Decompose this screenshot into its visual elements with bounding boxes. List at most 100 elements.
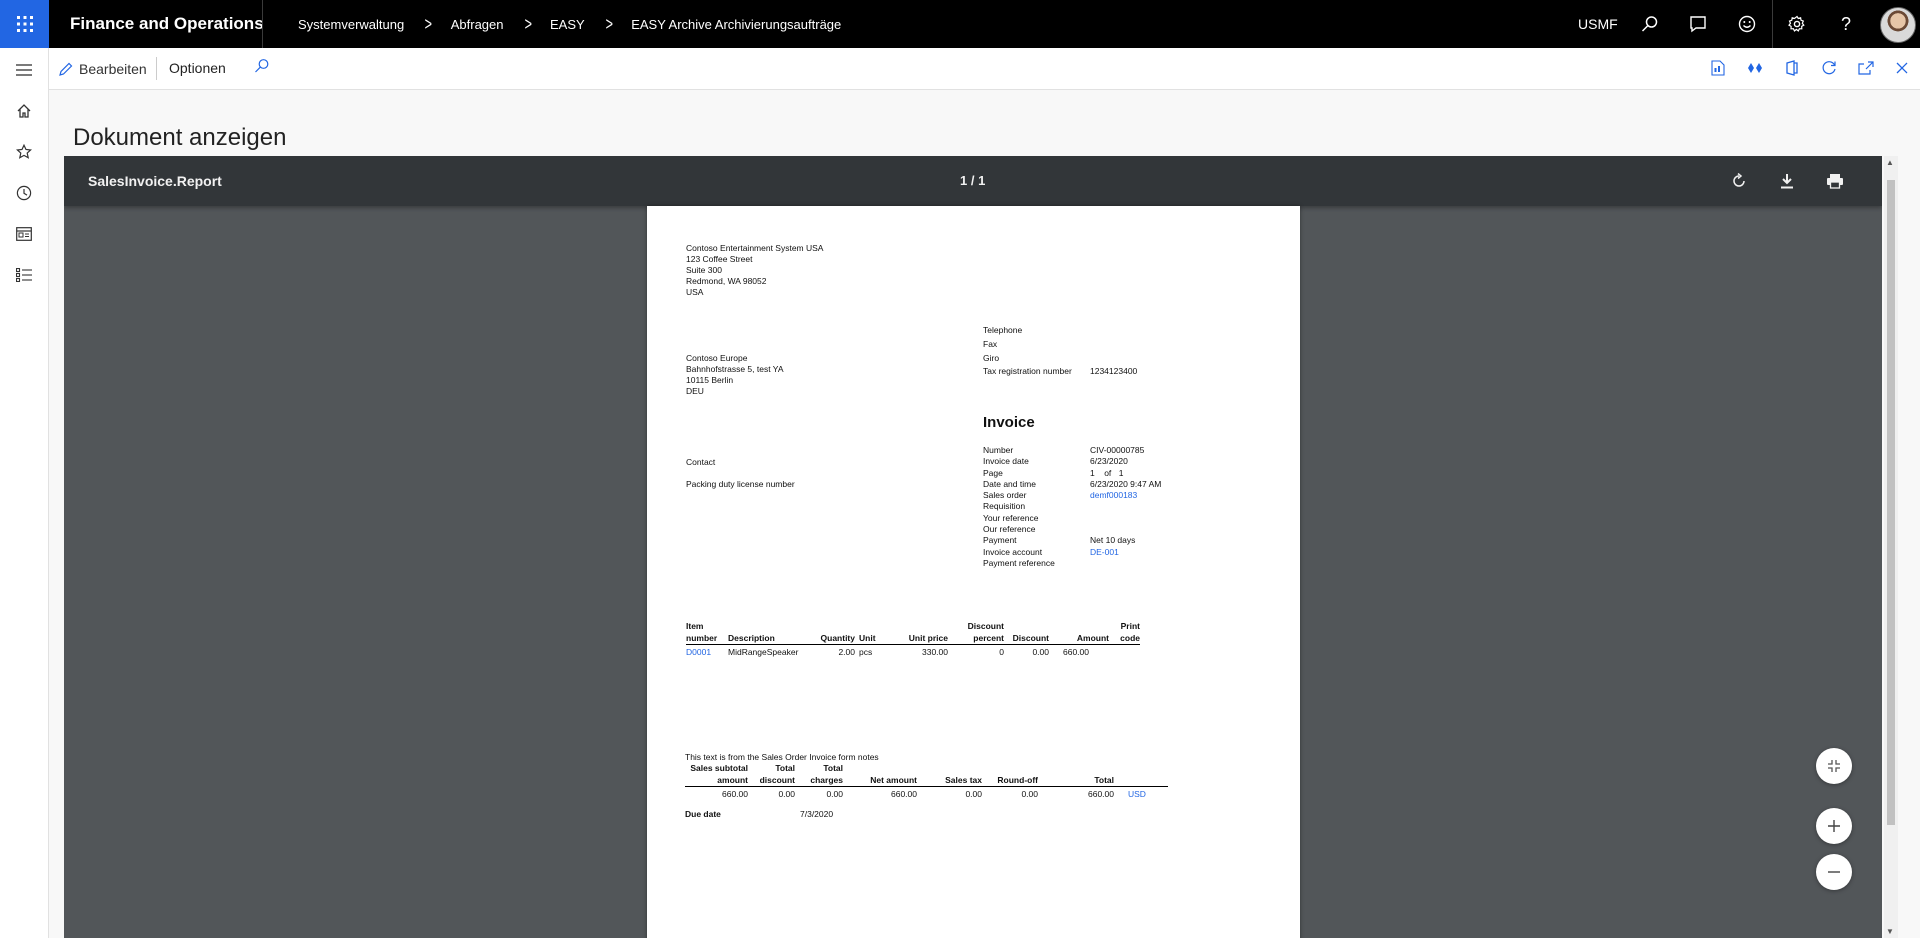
detail-label: Our reference [983,524,1036,535]
edit-label: Bearbeiten [79,60,147,77]
breadcrumb-item[interactable]: EASY [550,17,585,32]
packing-label: Packing duty license number [686,479,795,489]
app-launcher-button[interactable] [0,0,49,48]
refresh-icon [1822,61,1836,75]
sales-order-link[interactable]: demf000183 [1090,490,1161,501]
close-button[interactable] [1892,58,1912,78]
print-button[interactable] [1823,169,1847,193]
close-icon [1896,62,1908,74]
settings-button[interactable] [1785,12,1809,36]
diamond-icon [1748,63,1762,73]
popout-icon [1858,61,1874,75]
zoom-out-button[interactable] [1816,854,1852,890]
feedback-button[interactable] [1686,12,1710,36]
detail-label: Payment [983,535,1017,546]
scroll-up-icon[interactable]: ▲ [1886,158,1894,167]
download-button[interactable] [1775,169,1799,193]
line-unit: pcs [859,647,873,657]
fax-label: Fax [983,339,998,349]
search-button[interactable] [1638,12,1662,36]
chat-icon [1690,16,1706,33]
pencil-icon [59,62,73,76]
col-total-charges: Total charges [810,763,843,785]
detail-label: Your reference [983,512,1039,523]
minus-icon [1828,871,1840,873]
tax-value: 1234123400 [1090,366,1138,376]
edit-button[interactable]: Bearbeiten [59,48,147,89]
plus-icon [1828,820,1840,832]
due-date-label: Due date [685,809,721,819]
currency-link[interactable]: USD [1128,789,1146,799]
avatar[interactable] [1880,7,1916,43]
line-unit-price: 330.00 [922,647,948,657]
col-unit-price: Unit price [908,633,948,643]
col-round-off: Round-off [997,775,1038,785]
scrollbar-thumb[interactable] [1887,180,1895,825]
divider [156,57,157,80]
help-button[interactable]: ? [1834,12,1858,36]
detail-label: Invoice date [983,456,1029,467]
breadcrumb-item[interactable]: EASY Archive Archivierungsaufträge [631,17,841,32]
line-quantity: 2.00 [838,647,855,657]
col-description: Description [728,633,775,643]
requisition-value [1090,501,1161,512]
table-rule [686,644,1140,645]
nav-home[interactable] [13,100,35,122]
customer-address: Contoso Europe Bahnhofstrasse 5, test YA… [686,353,784,397]
divider [262,0,263,48]
nav-recent[interactable] [13,182,35,204]
app-name[interactable]: Finance and Operations [70,0,264,48]
scroll-down-icon[interactable]: ▼ [1886,927,1894,936]
line-discount: 0.00 [1032,647,1049,657]
collapse-icon [1828,760,1840,772]
clock-icon [16,185,32,201]
top-bar: Finance and Operations Systemverwaltung … [0,0,1920,48]
fit-page-button[interactable] [1816,748,1852,784]
col-sales-tax: Sales tax [945,775,982,785]
col-item-number: Item number [686,621,718,643]
col-amount: Amount [1076,633,1109,643]
refresh-button[interactable] [1819,58,1839,78]
nav-modules[interactable] [13,264,35,286]
rotate-button[interactable] [1727,169,1751,193]
action-bar: Bearbeiten Optionen [49,48,1920,90]
breadcrumb-item[interactable]: Abfragen [451,17,504,32]
open-new-window-button[interactable] [1856,58,1876,78]
total-value: 660.00 [1088,789,1114,799]
smiley-button[interactable] [1735,12,1759,36]
power-apps-button[interactable] [1745,58,1765,78]
col-discount-percent: Discount percent [967,621,1004,643]
action-search-button[interactable] [254,58,270,79]
zoom-in-button[interactable] [1816,808,1852,844]
gear-icon [1788,15,1805,32]
chevron-right-icon: > [424,14,433,34]
options-tab[interactable]: Optionen [169,48,226,89]
item-number-link[interactable]: D0001 [686,647,711,657]
breadcrumb-item[interactable]: Systemverwaltung [298,17,404,32]
invoice-account-link[interactable]: DE-001 [1090,547,1161,558]
company-picker[interactable]: USMF [1578,0,1618,48]
hamburger-menu-button[interactable] [13,59,35,81]
detail-label: Payment reference [983,557,1055,568]
attachments-button[interactable] [1708,58,1728,78]
nav-favorites[interactable] [13,141,35,163]
address-line: Contoso Europe [686,353,748,363]
office-button[interactable] [1782,58,1802,78]
line-amount: 660.00 [1063,647,1089,657]
workspace-icon [16,227,32,241]
star-icon [16,144,32,159]
nav-workspaces[interactable] [13,223,35,245]
your-reference-value [1090,513,1161,524]
page-of: of [1104,467,1112,478]
detail-label: Sales order [983,490,1027,501]
chevron-right-icon: > [524,14,532,34]
printer-icon [1827,174,1843,189]
page-counter: 1 / 1 [960,173,986,188]
address-line: 10115 Berlin [686,375,734,385]
total-charges-value: 0.00 [826,789,843,799]
col-total: Total [1094,775,1114,785]
round-off-value: 0.00 [1021,789,1038,799]
vertical-scrollbar[interactable]: ▲ ▼ [1884,156,1898,938]
contact-label: Contact [686,457,716,467]
list-icon [16,268,32,282]
